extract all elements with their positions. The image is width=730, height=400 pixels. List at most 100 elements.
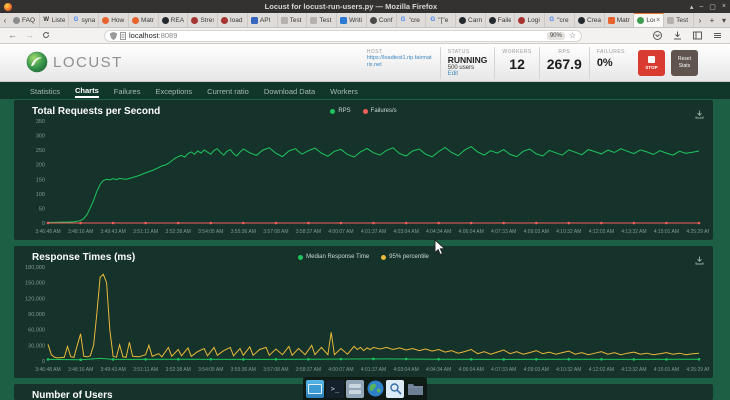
tab-close-icon[interactable]: × (656, 17, 660, 24)
locust-favicon (637, 17, 645, 24)
svg-text:4:12:02 AM: 4:12:02 AM (589, 367, 614, 373)
dock-item-search-icon[interactable] (386, 379, 404, 398)
reset-stats-button[interactable]: Reset Stats (671, 50, 698, 76)
dock-item-archive-icon[interactable] (346, 379, 364, 398)
edit-link[interactable]: Edit (448, 71, 488, 77)
tab-title: Loc (646, 17, 655, 24)
dot-favicon (131, 16, 139, 24)
browser-tab[interactable]: Test Re (664, 13, 694, 27)
shield-icon[interactable] (110, 31, 117, 40)
browser-tab[interactable]: API (247, 13, 278, 27)
nav-tab-workers[interactable]: Workers (330, 84, 358, 97)
zoom-level-badge[interactable]: 90% (546, 31, 565, 40)
browser-tab[interactable]: Carn (456, 13, 486, 27)
tab-list-icon[interactable]: ▾ (718, 13, 730, 27)
nav-tab-exceptions[interactable]: Exceptions (155, 84, 192, 97)
nav-tab-failures[interactable]: Failures (114, 84, 141, 97)
tab-scroll-right-icon[interactable]: › (694, 13, 706, 27)
svg-text:4:06:04 AM: 4:06:04 AM (459, 367, 484, 373)
browser-tab[interactable]: Gsyna (69, 13, 100, 27)
google-favicon: G (549, 17, 555, 23)
svg-text:3:57:08 AM: 3:57:08 AM (263, 229, 288, 235)
stop-button[interactable]: STOP (638, 50, 665, 76)
sidebar-icon[interactable] (693, 27, 702, 45)
pocket-icon[interactable] (653, 27, 662, 45)
nav-tab-statistics[interactable]: Statistics (30, 84, 60, 97)
browser-tab[interactable]: Test Re (307, 13, 338, 27)
new-tab-button[interactable]: + (706, 13, 718, 27)
svg-text:3:55:36 AM: 3:55:36 AM (231, 367, 256, 373)
browser-tab[interactable]: Conf (366, 13, 397, 27)
dock-item-terminal-icon[interactable]: >_ (326, 379, 344, 398)
dock-item-window[interactable] (306, 379, 324, 398)
nav-tab-charts[interactable]: Charts (75, 83, 99, 98)
browser-tab[interactable]: FAQ | D (10, 13, 40, 27)
stop-button-label: STOP (645, 65, 658, 70)
forward-button[interactable]: → (25, 31, 34, 40)
browser-tab[interactable]: Faile (485, 13, 516, 27)
legend-item[interactable]: RPS (330, 108, 351, 114)
browser-tab[interactable]: How (99, 13, 129, 27)
browser-tab-active[interactable]: Loc× (634, 13, 665, 27)
browser-tab[interactable]: G "cre (396, 13, 427, 27)
site-favicon (250, 16, 258, 24)
host-link[interactable]: https://loadtest1.rip.fairmatrix.net (367, 55, 433, 69)
page-info-icon[interactable] (120, 31, 126, 40)
legend-item[interactable]: 95% percentile (381, 254, 429, 260)
browser-tab[interactable]: Matr (128, 13, 159, 27)
tab-title: Matr (140, 16, 154, 24)
svg-text:0: 0 (42, 359, 45, 365)
svg-text:3:48:16 AM: 3:48:16 AM (68, 229, 93, 235)
dock-item-folder-icon[interactable] (406, 380, 424, 398)
browser-tab[interactable]: Writi (337, 13, 367, 27)
dock-item-globe-icon[interactable] (366, 380, 384, 398)
back-button[interactable]: ← (8, 31, 17, 40)
browser-tab[interactable]: Crea (574, 13, 605, 27)
legend-item[interactable]: Failures/s (362, 108, 397, 114)
bookmark-star-icon[interactable]: ☆ (569, 31, 576, 40)
window-minimize-button[interactable]: – (699, 3, 703, 11)
svg-text:3:51:11 AM: 3:51:11 AM (133, 367, 158, 373)
downloads-icon[interactable] (673, 27, 682, 45)
google-favicon: G (73, 17, 79, 23)
tab-title: Faile (497, 16, 512, 24)
browser-tab[interactable]: G "cre (545, 13, 575, 27)
browser-tab[interactable]: W Liste (39, 13, 70, 27)
svg-text:180,000: 180,000 (25, 265, 45, 271)
site-favicon (310, 16, 318, 24)
response-times-plot[interactable]: 0 30,000 60,000 90,000 120,000 150,000 180,000… (18, 264, 709, 374)
svg-text:4:01:37 AM: 4:01:37 AM (361, 229, 386, 235)
locust-brand[interactable]: LOCUST (26, 51, 123, 73)
svg-text:4:04:34 AM: 4:04:34 AM (426, 367, 451, 373)
svg-text:4:00:07 AM: 4:00:07 AM (328, 229, 353, 235)
svg-text:4:03:04 AM: 4:03:04 AM (393, 367, 418, 373)
host-box: HOST https://loadtest1.rip.fairmatrix.ne… (360, 47, 440, 79)
browser-tab[interactable]: Stres (188, 13, 219, 27)
browser-tab[interactable]: load (218, 13, 248, 27)
rps-chart-plot[interactable]: 0 50 100 150 200 250 300 350 3:46:48 AM 3:48:16 A… (18, 118, 709, 236)
window-close-button[interactable]: × (722, 3, 726, 11)
browser-tab[interactable]: REA (158, 13, 189, 27)
url-bar[interactable]: localhost :8089 90% ☆ (104, 29, 582, 42)
browser-tab[interactable]: Test Re (277, 13, 308, 27)
globe-favicon (13, 16, 20, 24)
svg-text:3:46:48 AM: 3:46:48 AM (35, 367, 60, 373)
nav-tab-current-ratio[interactable]: Current ratio (207, 84, 249, 97)
workers-box: WORKERS 12 (494, 47, 538, 79)
svg-text:60,000: 60,000 (28, 328, 45, 334)
menu-icon[interactable] (713, 27, 722, 45)
browser-tab[interactable]: G "["e (426, 13, 457, 27)
reload-button[interactable] (42, 31, 50, 41)
browser-tab[interactable]: Matr (604, 13, 635, 27)
window-rollup-button[interactable]: ▴ (690, 3, 694, 11)
dot-favicon (518, 16, 526, 24)
svg-text:3:57:08 AM: 3:57:08 AM (263, 367, 288, 373)
legend-item[interactable]: Median Response Time (298, 254, 369, 260)
tab-scroll-left-icon[interactable]: ‹ (0, 13, 10, 27)
nav-tab-download-data[interactable]: Download Data (264, 84, 315, 97)
site-favicon (340, 16, 348, 24)
svg-text:4:10:32 AM: 4:10:32 AM (556, 229, 581, 235)
window-maximize-button[interactable]: ▢ (709, 3, 716, 11)
browser-tab[interactable]: Logi (515, 13, 546, 27)
response-times-panel: Response Times (ms) Median Response Time… (14, 246, 713, 378)
